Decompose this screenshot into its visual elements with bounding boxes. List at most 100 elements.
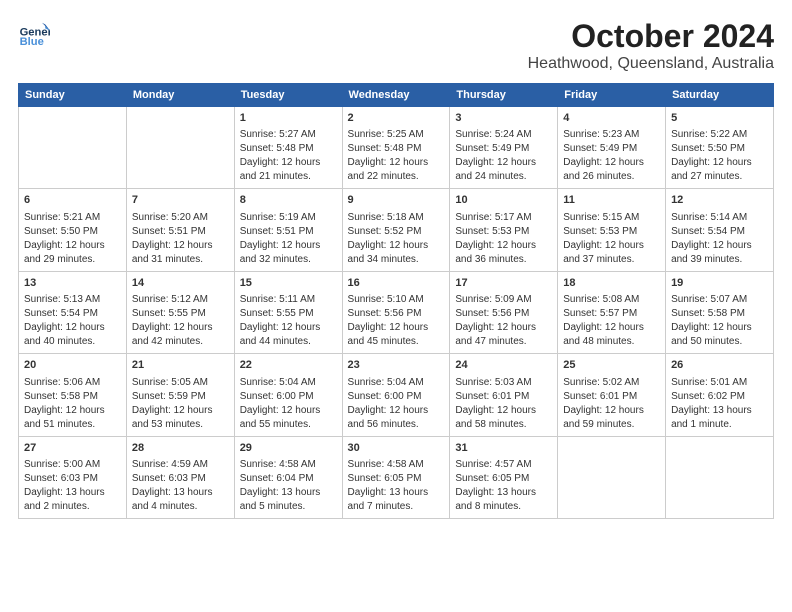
day-cell-28: 28Sunrise: 4:59 AMSunset: 6:03 PMDayligh… <box>126 436 234 518</box>
daylight-text: Daylight: 12 hours and 24 minutes. <box>455 157 536 182</box>
day-number: 25 <box>563 358 660 373</box>
sunset-text: Sunset: 5:48 PM <box>240 143 314 154</box>
sunrise-text: Sunrise: 5:04 AM <box>240 377 316 388</box>
day-cell-20: 20Sunrise: 5:06 AMSunset: 5:58 PMDayligh… <box>19 354 127 436</box>
day-cell-7: 7Sunrise: 5:20 AMSunset: 5:51 PMDaylight… <box>126 189 234 271</box>
sunrise-text: Sunrise: 5:09 AM <box>455 294 531 305</box>
sunset-text: Sunset: 5:50 PM <box>24 226 98 237</box>
sunrise-text: Sunrise: 5:08 AM <box>563 294 639 305</box>
sunrise-text: Sunrise: 5:12 AM <box>132 294 208 305</box>
day-cell-29: 29Sunrise: 4:58 AMSunset: 6:04 PMDayligh… <box>234 436 342 518</box>
svg-text:Blue: Blue <box>20 36 44 48</box>
daylight-text: Daylight: 12 hours and 45 minutes. <box>348 322 429 347</box>
day-number: 2 <box>348 111 445 126</box>
sunrise-text: Sunrise: 5:13 AM <box>24 294 100 305</box>
day-number: 10 <box>455 193 552 208</box>
header-row: Sunday Monday Tuesday Wednesday Thursday… <box>19 84 774 107</box>
sunrise-text: Sunrise: 5:21 AM <box>24 212 100 223</box>
sunset-text: Sunset: 6:01 PM <box>563 391 637 402</box>
daylight-text: Daylight: 12 hours and 36 minutes. <box>455 240 536 265</box>
sunset-text: Sunset: 5:55 PM <box>240 308 314 319</box>
sunset-text: Sunset: 6:00 PM <box>240 391 314 402</box>
day-cell-19: 19 Sunrise: 5:07 AM Sunset: 5:58 PM Dayligh… <box>666 271 774 353</box>
col-sunday: Sunday <box>19 84 127 107</box>
sunrise-text: Sunrise: 5:05 AM <box>132 377 208 388</box>
location-title: Heathwood, Queensland, Australia <box>528 55 774 73</box>
sunset-text: Sunset: 6:00 PM <box>348 391 422 402</box>
day-number: 3 <box>455 111 552 126</box>
daylight-text: Daylight: 12 hours and 56 minutes. <box>348 405 429 430</box>
day-number: 19 <box>671 276 768 291</box>
day-number: 8 <box>240 193 337 208</box>
sunset-text: Sunset: 6:05 PM <box>348 473 422 484</box>
sunrise-text: Sunrise: 5:18 AM <box>348 212 424 223</box>
sunset-text: Sunset: 5:49 PM <box>455 143 529 154</box>
day-cell-21: 21Sunrise: 5:05 AMSunset: 5:59 PMDayligh… <box>126 354 234 436</box>
daylight-text: Daylight: 12 hours and 47 minutes. <box>455 322 536 347</box>
daylight-text: Daylight: 12 hours and 59 minutes. <box>563 405 644 430</box>
day-number: 9 <box>348 193 445 208</box>
sunset-text: Sunset: 5:48 PM <box>348 143 422 154</box>
daylight-text: Daylight: 12 hours and 37 minutes. <box>563 240 644 265</box>
day-cell-27: 27Sunrise: 5:00 AMSunset: 6:03 PMDayligh… <box>19 436 127 518</box>
sunset-text: Sunset: 5:58 PM <box>671 308 745 319</box>
sunset-text: Sunset: 6:03 PM <box>132 473 206 484</box>
day-number: 21 <box>132 358 229 373</box>
day-number: 20 <box>24 358 121 373</box>
day-cell-23: 23Sunrise: 5:04 AMSunset: 6:00 PMDayligh… <box>342 354 450 436</box>
daylight-text: Daylight: 12 hours and 40 minutes. <box>24 322 105 347</box>
week-row-1: 1Sunrise: 5:27 AMSunset: 5:48 PMDaylight… <box>19 107 774 189</box>
daylight-text: Daylight: 12 hours and 53 minutes. <box>132 405 213 430</box>
day-number: 14 <box>132 276 229 291</box>
sunset-text: Sunset: 5:56 PM <box>348 308 422 319</box>
daylight-text: Daylight: 12 hours and 48 minutes. <box>563 322 644 347</box>
title-block: October 2024 Heathwood, Queensland, Aust… <box>528 18 774 73</box>
calendar-table: Sunday Monday Tuesday Wednesday Thursday… <box>18 83 774 519</box>
sunset-text: Sunset: 5:51 PM <box>240 226 314 237</box>
sunset-text: Sunset: 6:01 PM <box>455 391 529 402</box>
day-cell-17: 17 Sunrise: 5:09 AM Sunset: 5:56 PM Dayligh… <box>450 271 558 353</box>
day-number: 24 <box>455 358 552 373</box>
sunrise-text: Sunrise: 5:25 AM <box>348 129 424 140</box>
sunset-text: Sunset: 5:53 PM <box>563 226 637 237</box>
sunrise-text: Sunrise: 5:22 AM <box>671 129 747 140</box>
sunrise-text: Sunrise: 4:57 AM <box>455 459 531 470</box>
daylight-text: Daylight: 12 hours and 58 minutes. <box>455 405 536 430</box>
empty-cell <box>126 107 234 189</box>
daylight-text: Daylight: 12 hours and 50 minutes. <box>671 322 752 347</box>
day-number: 16 <box>348 276 445 291</box>
week-row-2: 6 Sunrise: 5:21 AM Sunset: 5:50 PM Daylight… <box>19 189 774 271</box>
day-number: 17 <box>455 276 552 291</box>
day-number: 6 <box>24 193 121 208</box>
daylight-text: Daylight: 12 hours and 34 minutes. <box>348 240 429 265</box>
sunrise-text: Sunrise: 4:59 AM <box>132 459 208 470</box>
day-cell-5: 5Sunrise: 5:22 AMSunset: 5:50 PMDaylight… <box>666 107 774 189</box>
col-saturday: Saturday <box>666 84 774 107</box>
day-cell-30: 30Sunrise: 4:58 AMSunset: 6:05 PMDayligh… <box>342 436 450 518</box>
sunset-text: Sunset: 5:55 PM <box>132 308 206 319</box>
day-cell-18: 18Sunrise: 5:08 AMSunset: 5:57 PMDayligh… <box>558 271 666 353</box>
sunset-text: Sunset: 5:57 PM <box>563 308 637 319</box>
logo: General Blue <box>18 18 50 50</box>
sunrise-text: Sunrise: 5:02 AM <box>563 377 639 388</box>
sunset-text: Sunset: 5:54 PM <box>671 226 745 237</box>
day-number: 12 <box>671 193 768 208</box>
day-cell-3: 3Sunrise: 5:24 AMSunset: 5:49 PMDaylight… <box>450 107 558 189</box>
sunrise-text: Sunrise: 5:01 AM <box>671 377 747 388</box>
daylight-text: Daylight: 12 hours and 29 minutes. <box>24 240 105 265</box>
sunrise-text: Sunrise: 5:07 AM <box>671 294 747 305</box>
day-number: 11 <box>563 193 660 208</box>
week-row-3: 13Sunrise: 5:13 AMSunset: 5:54 PMDayligh… <box>19 271 774 353</box>
sunrise-text: Sunrise: 5:10 AM <box>348 294 424 305</box>
daylight-text: Daylight: 12 hours and 22 minutes. <box>348 157 429 182</box>
day-cell-14: 14 Sunrise: 5:12 AM Sunset: 5:55 PM Dayligh… <box>126 271 234 353</box>
daylight-text: Daylight: 12 hours and 44 minutes. <box>240 322 321 347</box>
day-cell-4: 4Sunrise: 5:23 AMSunset: 5:49 PMDaylight… <box>558 107 666 189</box>
empty-cell <box>558 436 666 518</box>
sunset-text: Sunset: 5:50 PM <box>671 143 745 154</box>
daylight-text: Daylight: 12 hours and 42 minutes. <box>132 322 213 347</box>
sunrise-text: Sunrise: 4:58 AM <box>240 459 316 470</box>
daylight-text: Daylight: 13 hours and 7 minutes. <box>348 487 429 512</box>
sunset-text: Sunset: 5:56 PM <box>455 308 529 319</box>
daylight-text: Daylight: 13 hours and 1 minute. <box>671 405 752 430</box>
